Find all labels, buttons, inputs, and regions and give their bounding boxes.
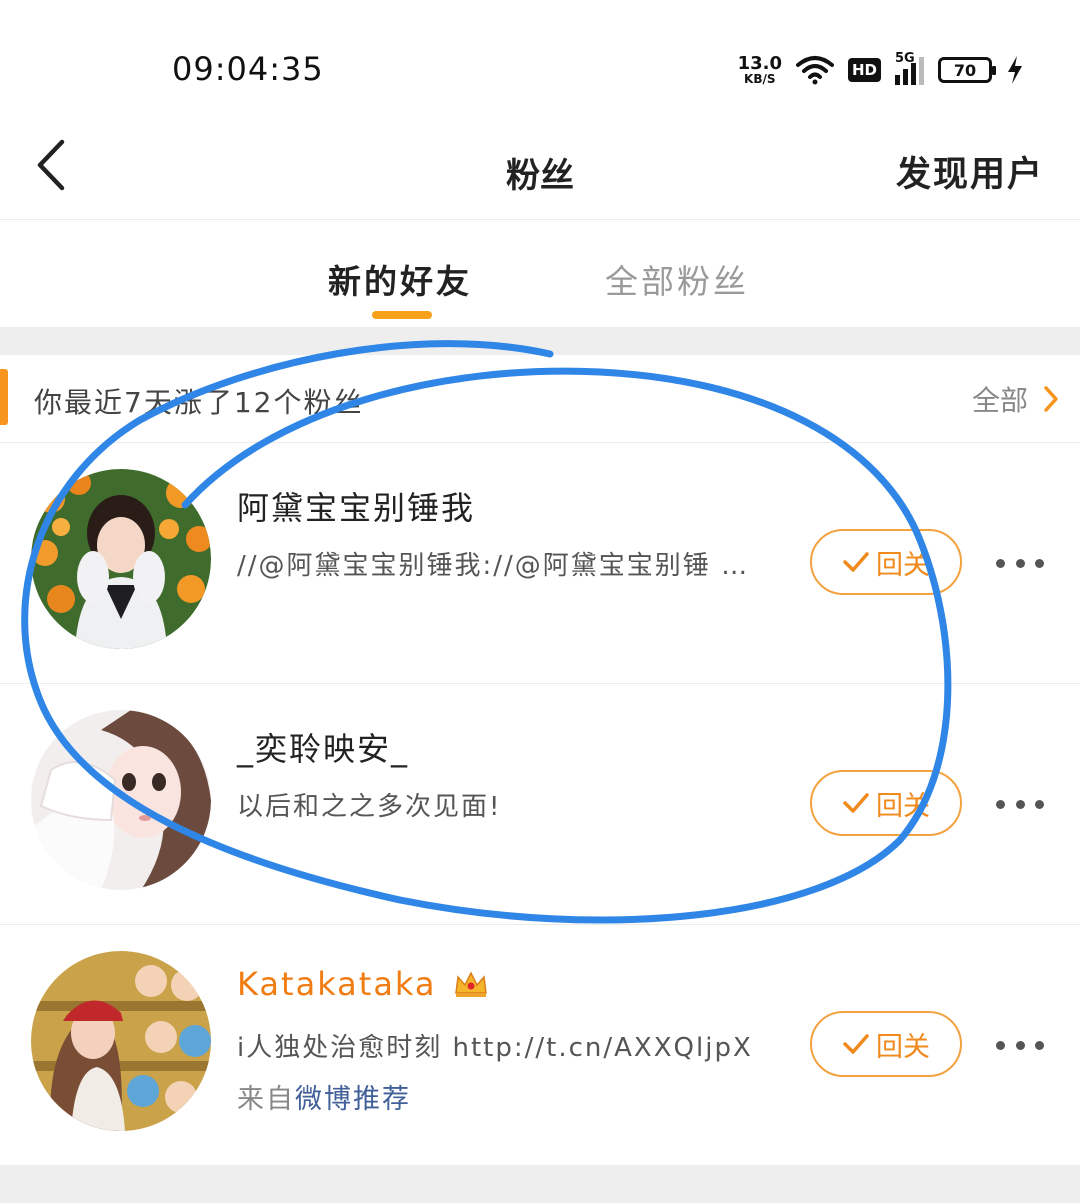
summary-text: 你最近7天涨了12个粉丝 (34, 386, 364, 419)
tab-all-fans[interactable]: 全部粉丝 (605, 255, 749, 303)
section-divider (0, 327, 1080, 355)
hd-badge: HD (847, 58, 881, 82)
user-description: i人独处治愈时刻 http://t.cn/AXXQljpX (237, 1033, 753, 1063)
fans-summary: 你最近7天涨了12个粉丝 全部 (0, 355, 1080, 443)
user-name-text: Katakataka (237, 965, 437, 1003)
follow-back-label: 回关 (876, 549, 930, 581)
follow-back-label: 回关 (876, 1031, 930, 1063)
user-name[interactable]: 阿黛宝宝别锤我 (237, 483, 475, 529)
summary-accent-bar (0, 369, 8, 425)
tab-bar: 新的好友 全部粉丝 (0, 221, 1080, 327)
network-speed-value: 13.0 (737, 53, 782, 74)
network-type: 5G (895, 51, 915, 66)
active-tab-indicator (372, 311, 432, 319)
follow-back-label: 回关 (876, 790, 930, 822)
user-name[interactable]: Katakataka (237, 965, 489, 1003)
recommend-prefix: 来自 (237, 1084, 295, 1115)
nav-bar: 粉丝 发现用户 (0, 120, 1080, 220)
user-description: 以后和之之多次见面! (237, 792, 502, 822)
list-item[interactable]: 阿黛宝宝别锤我 //@阿黛宝宝别锤我://@阿黛宝宝别锤 … 回关 (0, 443, 1080, 684)
wifi-icon (795, 56, 834, 85)
check-icon (843, 552, 869, 572)
more-options-button[interactable] (996, 553, 1044, 573)
list-item[interactable]: Katakataka i人独处治愈时刻 http://t.cn/AXXQljpX… (0, 925, 1080, 1165)
tab-new-friends[interactable]: 新的好友 (328, 255, 472, 303)
more-icon (996, 799, 1005, 809)
avatar[interactable] (31, 951, 211, 1131)
battery-level: 70 (953, 60, 977, 80)
charging-icon (1008, 56, 1022, 84)
network-speed-unit: KB/S (744, 72, 776, 86)
network-speed: 13.0 KB/S (737, 53, 782, 86)
follow-back-button[interactable]: 回关 (810, 770, 962, 836)
status-bar: 09:04:35 13.0 KB/S HD 5G 70 (0, 0, 1080, 120)
more-icon (996, 1040, 1005, 1050)
discover-users-button[interactable]: 发现用户 (896, 146, 1044, 197)
check-icon (843, 1034, 869, 1054)
avatar[interactable] (31, 710, 211, 890)
follow-back-button[interactable]: 回关 (810, 529, 962, 595)
recommend-source: 来自微博推荐 (237, 1077, 411, 1116)
list-item[interactable]: _奕聆映安_ 以后和之之多次见面! 回关 (0, 684, 1080, 925)
signal-icon: 5G (895, 51, 924, 85)
follow-back-button[interactable]: 回关 (810, 1011, 962, 1077)
view-all-link[interactable]: 全部 (972, 379, 1060, 419)
user-description: //@阿黛宝宝别锤我://@阿黛宝宝别锤 … (237, 551, 750, 581)
user-name[interactable]: _奕聆映安_ (237, 724, 409, 770)
recommend-link[interactable]: 微博推荐 (295, 1084, 411, 1115)
bottom-divider (0, 1165, 1080, 1203)
battery-icon: 70 (938, 57, 996, 83)
avatar[interactable] (31, 469, 211, 649)
check-icon (843, 793, 869, 813)
status-icons: 13.0 KB/S HD 5G 70 (738, 50, 1024, 90)
chevron-right-icon (1044, 386, 1058, 412)
crown-icon (454, 971, 487, 997)
more-options-button[interactable] (996, 794, 1044, 814)
view-all-label: 全部 (971, 384, 1028, 417)
more-options-button[interactable] (996, 1035, 1044, 1055)
more-icon (996, 558, 1005, 568)
status-time: 09:04:35 (172, 50, 324, 88)
